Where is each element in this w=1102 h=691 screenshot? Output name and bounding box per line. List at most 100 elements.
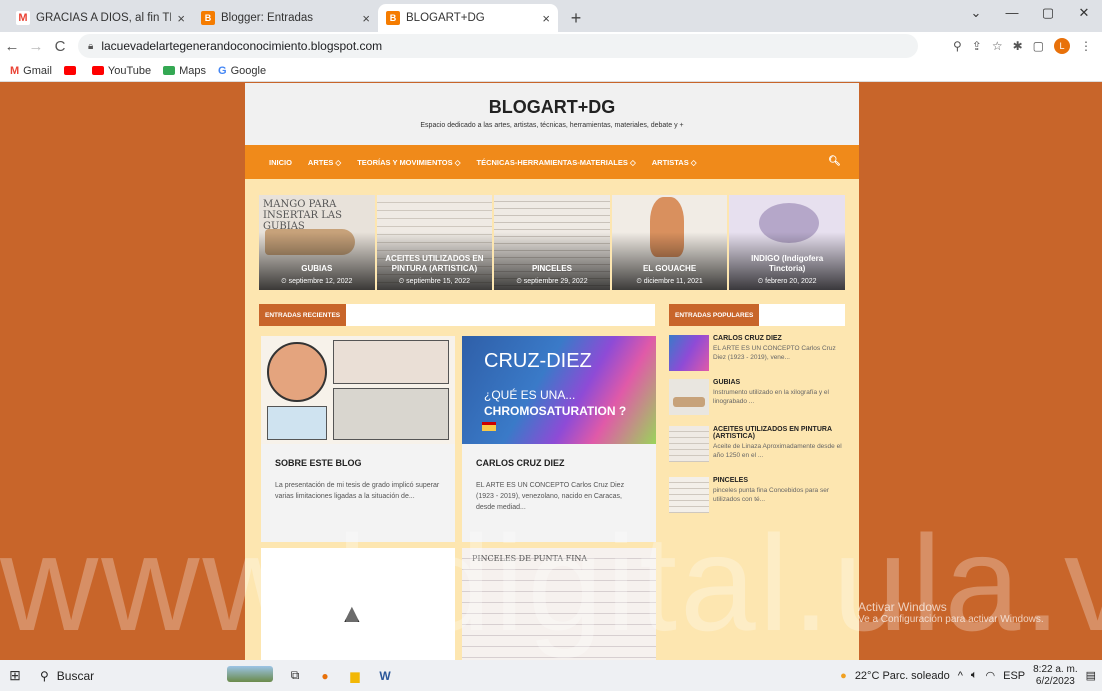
popular-thumbnail	[669, 335, 709, 371]
bookmark-youtube[interactable]: YouTube	[91, 65, 151, 77]
blog-container: BLOGART+DG Espacio dedicado a las artes,…	[245, 83, 859, 660]
zoom-icon[interactable]: ⚲	[953, 39, 962, 53]
post-excerpt: EL ARTE ES UN CONCEPTO Carlos Cruz Diez …	[476, 482, 625, 511]
popular-title[interactable]: GUBIAS	[713, 379, 845, 386]
share-icon[interactable]: ⇪	[972, 39, 982, 53]
bookmark-maps[interactable]: Maps	[163, 65, 206, 77]
bookmark-google[interactable]: G Google	[218, 65, 266, 77]
reload-icon[interactable]: C	[48, 38, 72, 55]
comic-face-illustration	[267, 342, 327, 402]
blogger-icon: B	[386, 11, 400, 25]
url-text: lacuevadelartegenerandoconocimiento.blog…	[101, 39, 383, 53]
post-card[interactable]: PINCELES DE PUNTA FINA	[462, 548, 656, 660]
clock[interactable]: 8:22 a. m. 6/2/2023	[1033, 664, 1077, 688]
bookmark-gmail[interactable]: M Gmail	[10, 65, 52, 77]
blog-title[interactable]: BLOGART+DG	[245, 97, 859, 118]
wifi-icon[interactable]: ◠	[986, 669, 996, 682]
popular-title[interactable]: ACEITES UTILIZADOS EN PINTURA (ARTISTICA…	[713, 426, 845, 440]
nav-item-teorias[interactable]: TEORÍAS Y MOVIMIENTOS ◇	[357, 158, 460, 167]
post-title[interactable]: CARLOS CRUZ DIEZ	[462, 444, 656, 468]
slide-title: PINCELES	[531, 264, 572, 273]
tab-search-icon[interactable]: ⌄	[958, 0, 994, 28]
landscape-widget-icon[interactable]	[220, 666, 280, 685]
post-title[interactable]: SOBRE ESTE BLOG	[261, 444, 455, 468]
popular-item[interactable]: ACEITES UTILIZADOS EN PINTURA (ARTISTICA…	[669, 426, 845, 462]
tab-blogart[interactable]: B BLOGART+DG ×	[378, 4, 558, 32]
slide-date: ⏲ diciembre 11, 2021	[636, 278, 703, 285]
maximize-button[interactable]: ▢	[1030, 0, 1066, 28]
close-icon[interactable]: ×	[362, 11, 370, 26]
slide-title: INDIGO (Indigofera Tinctoria)	[751, 254, 824, 273]
extensions-icon[interactable]: ✱	[1013, 39, 1023, 53]
word-icon[interactable]: W	[370, 669, 400, 683]
nav-item-artistas[interactable]: ARTISTAS ◇	[652, 158, 697, 167]
popular-posts-header: ENTRADAS POPULARES	[669, 304, 845, 326]
section-label: ENTRADAS POPULARES	[669, 304, 760, 326]
minimize-button[interactable]: —	[994, 0, 1030, 28]
gmail-icon: M	[10, 64, 20, 77]
nav-item-artes[interactable]: ARTES ◇	[308, 158, 341, 167]
avatar[interactable]: L	[1054, 38, 1070, 54]
notification-icon[interactable]: ▤	[1086, 669, 1096, 682]
google-icon: G	[218, 64, 227, 77]
slide-item[interactable]: INDIGO (Indigofera Tinctoria) ⏲ febrero …	[729, 195, 845, 290]
post-card[interactable]: CRUZ-DIEZ ¿QUÉ ES UNA... CHROMOSATURATIO…	[462, 336, 656, 542]
bookmark-star-icon[interactable]: ☆	[992, 39, 1003, 53]
task-view-icon[interactable]: ⧉	[280, 668, 310, 683]
youtube-icon	[63, 66, 76, 75]
new-tab-button[interactable]: +	[564, 6, 588, 30]
weather-text[interactable]: 22°C Parc. soleado	[855, 670, 950, 682]
nav-item-tecnicas[interactable]: TÉCNICAS-HERRAMIENTAS-MATERIALES ◇	[477, 158, 636, 167]
activate-windows-notice: Activar Windows Ve a Configuración para …	[858, 600, 1044, 625]
popular-title[interactable]: PINCELES	[713, 477, 845, 484]
post-thumbnail: CRUZ-DIEZ ¿QUÉ ES UNA... CHROMOSATURATIO…	[462, 336, 656, 444]
blog-header: BLOGART+DG Espacio dedicado a las artes,…	[245, 83, 859, 145]
address-bar[interactable]: 🔒︎ lacuevadelartegenerandoconocimiento.b…	[78, 34, 918, 58]
slide-item[interactable]: PINCELES ⏲ septiembre 29, 2022	[494, 195, 610, 290]
tab-blogger-entradas[interactable]: B Blogger: Entradas ×	[193, 4, 378, 32]
popular-title[interactable]: CARLOS CRUZ DIEZ	[713, 335, 845, 342]
side-panel-icon[interactable]: ▢	[1033, 39, 1044, 53]
slide-item[interactable]: ACEITES UTILIZADOS EN PINTURA (ARTISTICA…	[376, 195, 493, 290]
slide-item[interactable]: EL GOUACHE ⏲ diciembre 11, 2021	[611, 195, 728, 290]
slide-date: ⏲ septiembre 12, 2022	[281, 278, 353, 285]
chrome-icon[interactable]: ●	[310, 669, 340, 683]
youtube-icon	[91, 66, 104, 75]
weather-icon: ●	[840, 669, 847, 682]
nav-item-inicio[interactable]: INICIO	[269, 158, 292, 167]
slide-title: GUBIAS	[301, 264, 333, 273]
back-arrow-icon[interactable]: ←	[0, 38, 24, 55]
bookmark-youtube-short[interactable]	[63, 66, 80, 75]
slide-item[interactable]: MANGO PARA INSERTAR LAS GUBIAS GUBIAS ⏲ …	[259, 195, 375, 290]
menu-icon[interactable]: ⋮	[1080, 39, 1092, 53]
post-excerpt: La presentación de mi tesis de grado imp…	[275, 482, 440, 500]
page-viewport: BLOGART+DG Espacio dedicado a las artes,…	[0, 83, 1102, 660]
tab-gmail[interactable]: M GRACIAS A DIOS, al fin TDG LEL ×	[8, 4, 193, 32]
gmail-icon: M	[16, 11, 30, 25]
popular-thumbnail	[669, 477, 709, 513]
file-explorer-icon[interactable]: ▆	[340, 669, 370, 683]
search-icon[interactable]: 🔍︎	[828, 156, 841, 167]
post-thumbnail	[261, 336, 455, 444]
post-card[interactable]: SOBRE ESTE BLOG La presentación de mi te…	[261, 336, 455, 542]
slide-date: ⏲ septiembre 15, 2022	[398, 278, 470, 285]
close-icon[interactable]: ×	[542, 11, 550, 26]
chevron-up-icon[interactable]: ^	[958, 670, 963, 682]
volume-icon[interactable]: 🔈︎	[971, 669, 978, 682]
search-icon: ⚲	[40, 668, 49, 683]
windows-start-icon[interactable]: ⊞	[0, 667, 30, 684]
close-window-button[interactable]: ✕	[1066, 0, 1102, 28]
close-icon[interactable]: ×	[177, 11, 185, 26]
popular-item[interactable]: CARLOS CRUZ DIEZ EL ARTE ES UN CONCEPTO C…	[669, 335, 845, 371]
tab-label: BLOGART+DG	[406, 12, 485, 24]
language-indicator[interactable]: ESP	[1003, 670, 1025, 682]
activate-line: Ve a Configuración para activar Windows.	[858, 614, 1044, 625]
blogger-icon: B	[201, 11, 215, 25]
taskbar-search[interactable]: ⚲ Buscar	[30, 660, 220, 691]
post-card[interactable]: ▲	[261, 548, 455, 660]
search-label: Buscar	[56, 668, 95, 683]
popular-item[interactable]: GUBIAS Instrumento utilizado en la xilogr…	[669, 379, 845, 415]
popular-item[interactable]: PINCELES pinceles punta fina Concebidos p…	[669, 477, 845, 513]
forward-arrow-icon[interactable]: →	[24, 38, 48, 55]
tab-label: Blogger: Entradas	[221, 12, 314, 24]
